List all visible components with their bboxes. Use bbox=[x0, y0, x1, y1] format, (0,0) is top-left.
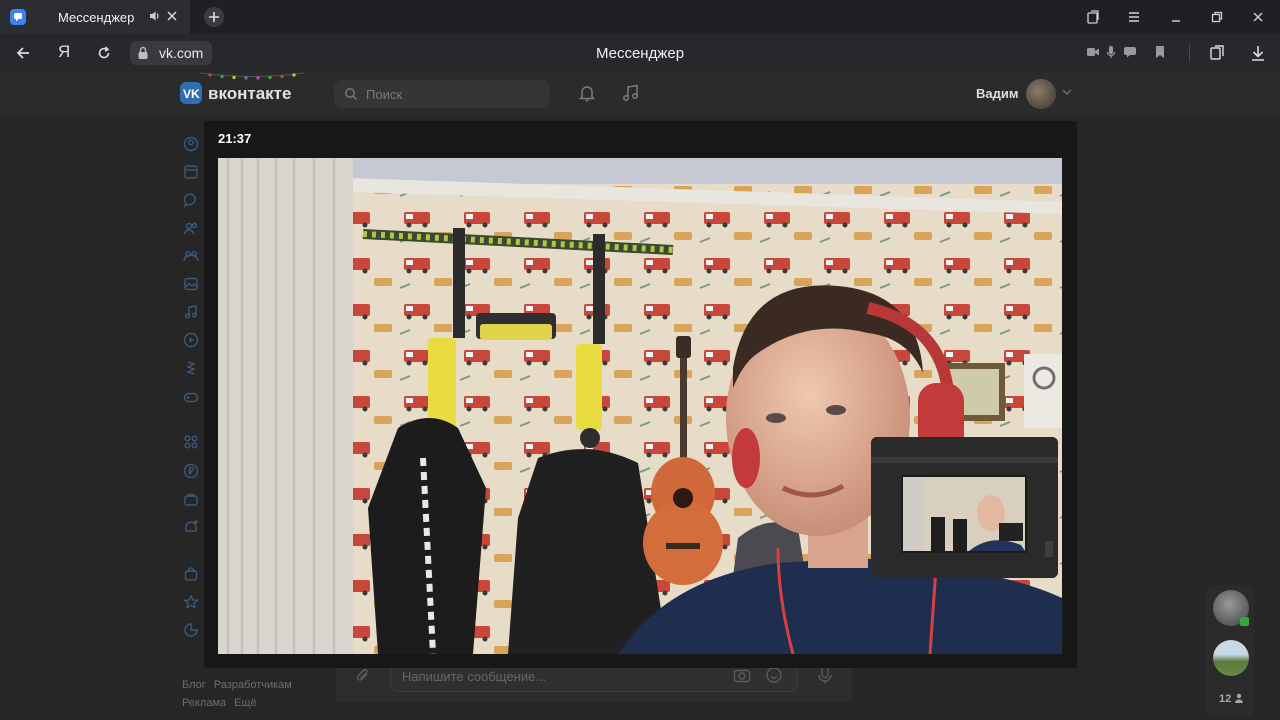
call-time: 21:37 bbox=[218, 131, 252, 146]
music-player-icon[interactable] bbox=[621, 83, 641, 103]
remote-video[interactable] bbox=[218, 158, 1062, 654]
shop-icon[interactable] bbox=[183, 566, 199, 582]
tab-sound-icon[interactable] bbox=[149, 10, 161, 22]
footer-links: Блог Разработчикам Реклама Ещё bbox=[182, 676, 300, 712]
participant-avatar[interactable] bbox=[1213, 640, 1249, 676]
chevron-down-icon[interactable] bbox=[1062, 88, 1072, 96]
message-placeholder: Напишите сообщение... bbox=[402, 669, 547, 684]
restore-icon[interactable] bbox=[1209, 9, 1225, 25]
vk-logo-icon[interactable]: VK bbox=[180, 82, 202, 104]
messenger-favicon-icon bbox=[10, 9, 26, 25]
download-icon[interactable] bbox=[1250, 44, 1266, 62]
files-icon[interactable] bbox=[183, 622, 199, 638]
voice-message-icon[interactable] bbox=[817, 665, 833, 685]
new-tab-button[interactable] bbox=[204, 7, 224, 27]
search-placeholder: Поиск bbox=[366, 87, 403, 102]
favorites-icon[interactable] bbox=[183, 594, 199, 610]
self-video-preview[interactable] bbox=[871, 437, 1058, 578]
music-icon[interactable] bbox=[183, 304, 199, 320]
footer-link-more[interactable]: Ещё bbox=[234, 697, 257, 709]
jobs-icon[interactable] bbox=[183, 491, 199, 507]
emoji-icon[interactable] bbox=[765, 666, 783, 684]
notifications-icon[interactable] bbox=[577, 83, 597, 103]
minimize-icon[interactable] bbox=[1168, 9, 1184, 25]
news-icon[interactable] bbox=[183, 164, 199, 180]
messenger-icon[interactable] bbox=[183, 192, 199, 208]
tabs-icon[interactable] bbox=[1085, 9, 1101, 25]
browser-tab[interactable]: Мессенджер bbox=[0, 0, 190, 34]
user-name[interactable]: Вадим bbox=[976, 86, 1018, 101]
bookmark-icon[interactable] bbox=[1154, 45, 1166, 59]
profile-icon[interactable] bbox=[183, 136, 199, 152]
camera-icon[interactable] bbox=[733, 667, 751, 683]
vk-logo-text[interactable]: вконтакте bbox=[208, 84, 291, 104]
collections-icon[interactable] bbox=[1208, 44, 1226, 62]
svg-text:VK: VK bbox=[183, 87, 200, 101]
menu-icon[interactable] bbox=[1126, 9, 1142, 25]
participants-icon bbox=[1234, 693, 1244, 705]
garland-decoration bbox=[200, 72, 304, 80]
participant-count[interactable]: 12 bbox=[1219, 693, 1244, 705]
chat-status-icon[interactable] bbox=[1123, 46, 1137, 58]
games-icon[interactable] bbox=[183, 389, 199, 405]
ads-icon[interactable] bbox=[183, 519, 199, 535]
footer-link-developers[interactable]: Разработчикам bbox=[214, 679, 292, 691]
attach-icon[interactable] bbox=[354, 666, 372, 686]
tab-title: Мессенджер bbox=[58, 10, 135, 25]
mic-status-icon[interactable] bbox=[1106, 45, 1116, 59]
photos-icon[interactable] bbox=[183, 276, 199, 292]
pay-icon[interactable] bbox=[183, 463, 199, 479]
friends-icon[interactable] bbox=[183, 220, 199, 236]
close-window-icon[interactable] bbox=[1250, 9, 1266, 25]
tab-close-icon[interactable] bbox=[166, 10, 178, 22]
footer-link-blog[interactable]: Блог bbox=[182, 679, 206, 691]
search-icon bbox=[344, 87, 358, 101]
footer-link-ads[interactable]: Реклама bbox=[182, 697, 226, 709]
user-avatar[interactable] bbox=[1026, 79, 1056, 109]
video-icon[interactable] bbox=[183, 332, 199, 348]
camera-status-icon[interactable] bbox=[1086, 46, 1100, 58]
services-icon[interactable] bbox=[183, 434, 199, 450]
communities-icon[interactable] bbox=[183, 248, 199, 264]
online-indicator-icon bbox=[1240, 617, 1249, 626]
clips-icon[interactable] bbox=[183, 360, 199, 376]
address-divider bbox=[1189, 44, 1190, 62]
